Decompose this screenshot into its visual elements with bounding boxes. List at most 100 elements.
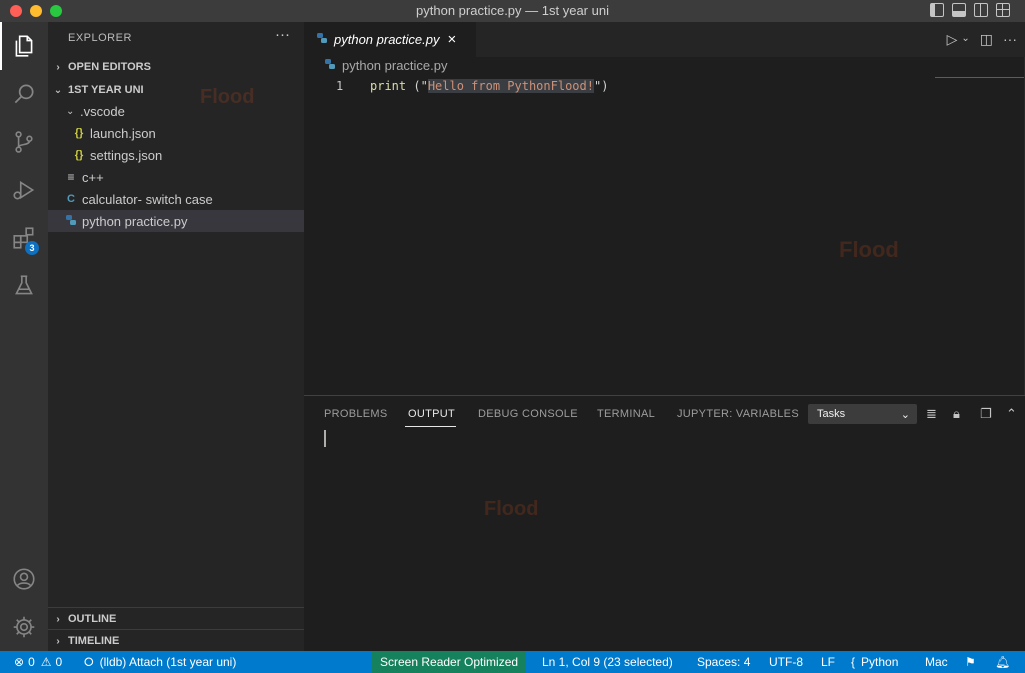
indentation-status[interactable]: Spaces: 4	[697, 651, 750, 673]
timeline-section[interactable]: › TIMELINE	[48, 630, 304, 652]
code-editor[interactable]: 1 print ("Hello from PythonFlood!") Floo…	[304, 57, 1025, 395]
code-function: print	[370, 79, 407, 93]
search-activity[interactable]	[0, 70, 48, 118]
watermark-logo: Flood	[484, 498, 539, 520]
activity-bar: 3	[0, 22, 48, 651]
toggle-panel-button[interactable]	[952, 3, 966, 17]
lock-icon[interactable]: 🔒︎	[953, 406, 960, 422]
manage-activity[interactable]	[0, 603, 48, 651]
open-editors-section[interactable]: › OPEN EDITORS	[48, 56, 304, 78]
watermark-logo: Flood	[839, 237, 899, 262]
workspace-section[interactable]: ⌄ 1ST YEAR UNI	[48, 79, 304, 101]
watermark-logo: Flood	[200, 86, 255, 108]
outline-section[interactable]: › OUTLINE	[48, 608, 304, 630]
customize-layout-button[interactable]	[996, 3, 1010, 17]
json-icon: {}	[74, 149, 84, 161]
run-debug-activity[interactable]	[0, 166, 48, 214]
tree-item-python-practice[interactable]: python practice.py	[48, 210, 304, 232]
editor-tab-bar: python practice.py × ▷ ⌄ ◫ ···	[304, 22, 1025, 57]
source-control-activity[interactable]	[0, 118, 48, 166]
encoding-status[interactable]: UTF-8	[769, 651, 803, 673]
select-value: Tasks	[817, 408, 846, 420]
toggle-secondary-sidebar-button[interactable]	[974, 3, 988, 17]
code-paren-close: ")	[593, 79, 609, 93]
active-indicator	[0, 22, 2, 70]
window-title: python practice.py — 1st year uni	[416, 3, 609, 18]
python-icon	[64, 214, 78, 229]
tree-item-vscode-folder[interactable]: ⌄ .vscode	[48, 100, 304, 122]
open-editors-label: OPEN EDITORS	[68, 61, 151, 73]
account-icon	[13, 568, 35, 590]
tree-item-launch-json[interactable]: {} launch.json	[48, 122, 304, 144]
more-actions-icon[interactable]: ···	[275, 26, 290, 43]
close-tab-icon[interactable]: ×	[448, 31, 457, 48]
run-debug-icon	[13, 180, 35, 200]
source-control-icon	[15, 131, 33, 153]
cursor-position-status[interactable]: Ln 1, Col 9 (23 selected)	[542, 651, 673, 673]
more-actions-icon[interactable]: ···	[1003, 31, 1017, 48]
timeline-label: TIMELINE	[68, 635, 120, 647]
feedback-icon[interactable]: ⚑	[965, 651, 976, 673]
accounts-activity[interactable]	[0, 555, 48, 603]
tree-item-label: calculator- switch case	[82, 191, 213, 207]
editor-actions: ▷ ⌄ ◫ ···	[947, 31, 1017, 48]
run-icon[interactable]: ▷	[947, 31, 958, 48]
tab-problems[interactable]: PROBLEMS	[324, 408, 388, 420]
line-number: 1	[336, 79, 344, 93]
platform-status[interactable]: Mac	[925, 651, 948, 673]
chevron-right-icon: ›	[56, 61, 60, 73]
tree-item-cpp[interactable]: ≡ c++	[48, 166, 304, 188]
code-line-1[interactable]: print ("Hello from PythonFlood!")	[370, 79, 608, 93]
problems-status[interactable]: ⊗ 0 ⚠︎ 0	[14, 651, 62, 673]
toggle-primary-sidebar-button[interactable]	[930, 3, 944, 17]
bell-icon[interactable]: 🔔︎	[995, 651, 1010, 673]
json-icon: {}	[74, 127, 84, 139]
active-tab-underline	[405, 426, 456, 427]
output-channel-select[interactable]: Tasks ⌄	[808, 404, 917, 424]
chevron-down-icon: ⌄	[53, 84, 63, 96]
tree-item-calculator[interactable]: C calculator- switch case	[48, 188, 304, 210]
breadcrumb[interactable]: python practice.py	[324, 58, 448, 73]
tab-label: python practice.py	[334, 32, 440, 47]
tab-terminal[interactable]: TERMINAL	[597, 408, 655, 420]
chevron-down-icon[interactable]: ⌄	[961, 33, 969, 48]
explorer-activity[interactable]	[0, 22, 48, 70]
bottom-panel: PROBLEMS OUTPUT DEBUG CONSOLE TERMINAL J…	[304, 395, 1025, 652]
tab-jupyter-variables[interactable]: JUPYTER: VARIABLES	[677, 408, 799, 420]
tree-item-settings-json[interactable]: {} settings.json	[48, 144, 304, 166]
gear-icon	[13, 616, 35, 638]
python-icon	[324, 58, 336, 73]
explorer-sidebar: EXPLORER ··· › OPEN EDITORS ⌄ 1ST YEAR U…	[48, 22, 304, 651]
python-icon	[316, 32, 328, 47]
outline-label: OUTLINE	[68, 613, 117, 625]
chevron-up-icon[interactable]: ⌃	[1006, 406, 1017, 422]
tab-debug-console[interactable]: DEBUG CONSOLE	[478, 408, 578, 420]
split-editor-icon[interactable]: ◫	[980, 31, 993, 48]
tab-output[interactable]: OUTPUT	[408, 408, 455, 420]
clear-output-icon[interactable]: ≣	[926, 406, 937, 422]
tab-python-practice[interactable]: python practice.py ×	[304, 22, 476, 57]
debug-status[interactable]: ⭘ (lldb) Attach (1st year uni)	[84, 651, 236, 673]
braces-icon: {	[851, 655, 856, 669]
chevron-down-icon: ⌄	[66, 105, 75, 117]
eol-status[interactable]: LF	[821, 651, 835, 673]
warning-icon: ⚠︎	[40, 655, 52, 669]
files-icon	[15, 35, 33, 57]
flask-icon	[15, 275, 33, 295]
breadcrumb-file: python practice.py	[342, 58, 448, 73]
warning-count: 0	[55, 655, 63, 669]
tree-item-label: settings.json	[90, 147, 163, 163]
testing-activity[interactable]	[0, 262, 48, 310]
text-cursor	[324, 430, 326, 447]
screen-reader-status[interactable]: Screen Reader Optimized	[372, 651, 527, 673]
debug-icon: ⭘	[84, 654, 94, 669]
minimap-line	[935, 77, 1025, 78]
extensions-badge: 3	[25, 241, 39, 255]
code-paren-open: ("	[406, 79, 428, 93]
open-log-icon[interactable]: ❐	[980, 406, 992, 422]
debug-label: (lldb) Attach (1st year uni)	[99, 655, 237, 669]
extensions-activity[interactable]: 3	[0, 214, 48, 262]
language-status[interactable]: { Python	[851, 651, 898, 673]
tree-item-label: c++	[82, 169, 104, 185]
code-string-selected: Hello from PythonFlood!	[427, 79, 594, 93]
